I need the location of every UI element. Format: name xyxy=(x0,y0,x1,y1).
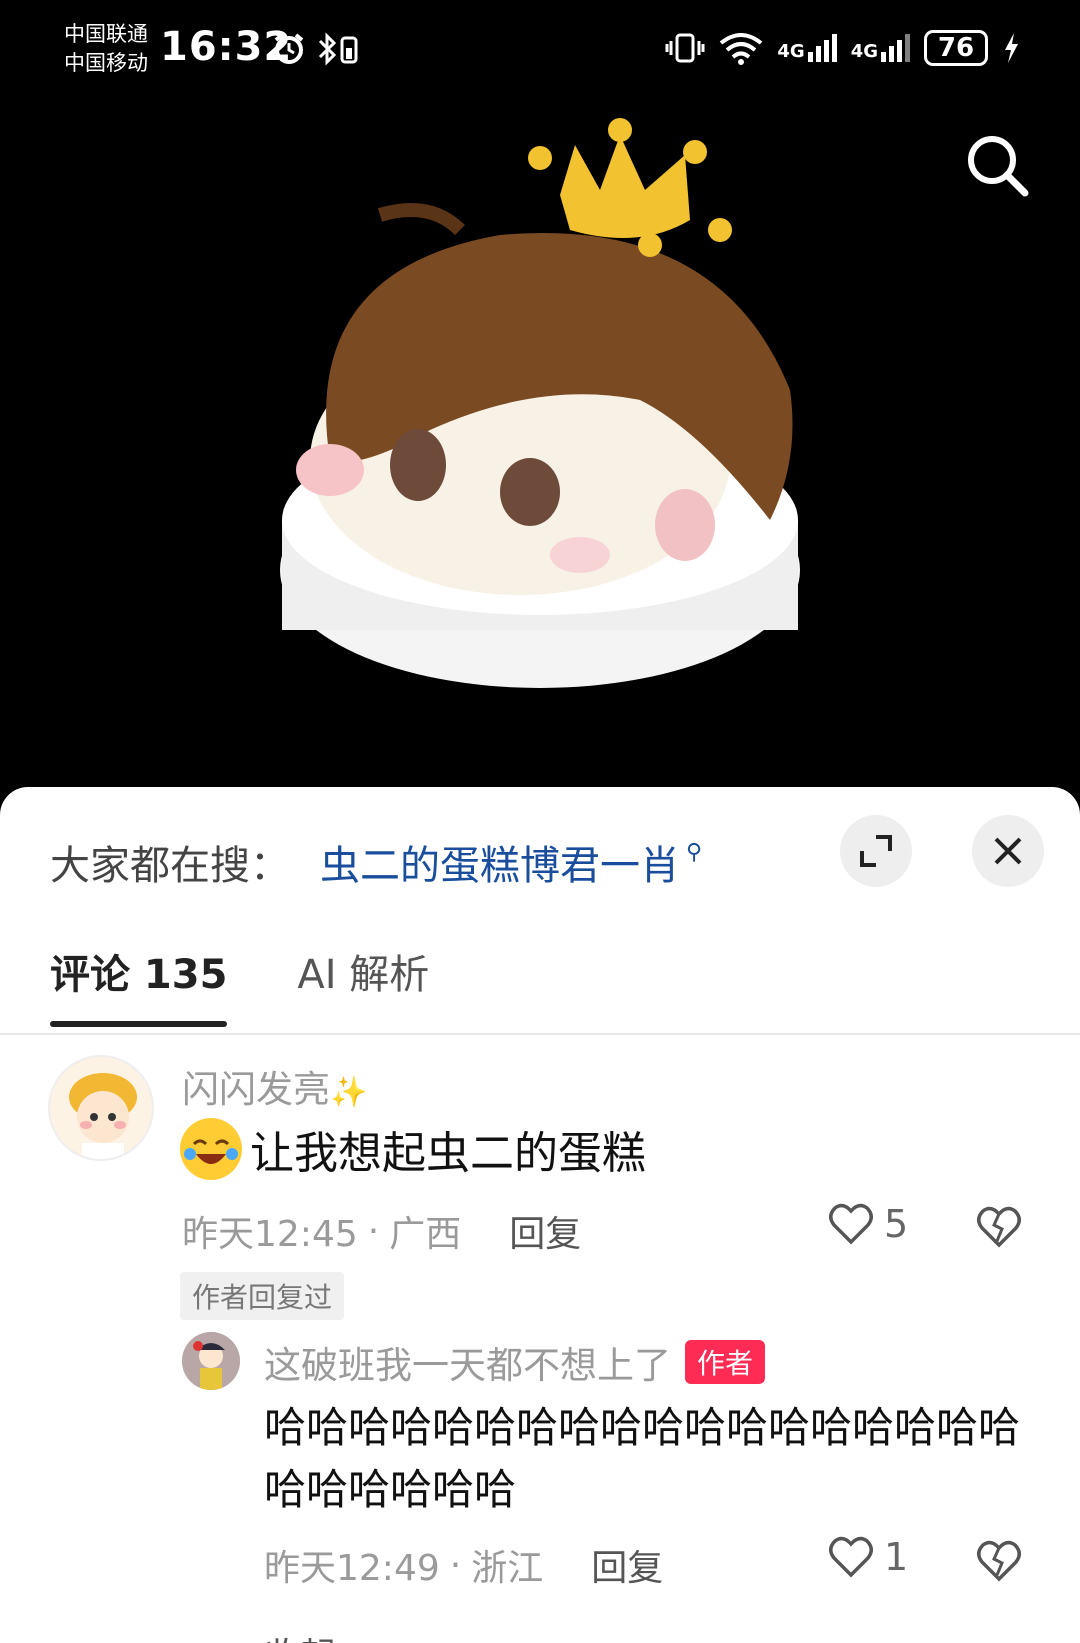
like-button[interactable]: 1 xyxy=(828,1535,908,1579)
reply-button[interactable]: 回复 xyxy=(509,1205,581,1257)
comment-body: 让我想起虫二的蛋糕 xyxy=(250,1128,646,1179)
search-button[interactable] xyxy=(962,130,1032,200)
author-replied-tag: 作者回复过 xyxy=(180,1272,345,1320)
signal-1: 4G xyxy=(777,34,837,62)
dislike-button[interactable] xyxy=(976,1205,1022,1253)
reply-button[interactable]: 回复 xyxy=(591,1539,663,1591)
network-type-2: 4G xyxy=(850,41,878,62)
charging-icon xyxy=(1005,33,1018,63)
reply-time: 昨天12:49 xyxy=(264,1548,440,1589)
collapse-label[interactable]: 收起 xyxy=(264,1636,336,1643)
heart-icon xyxy=(829,1536,873,1578)
expand-button[interactable] xyxy=(840,815,912,887)
battery-level: 76 xyxy=(924,30,988,66)
broken-heart-icon xyxy=(977,1206,1021,1248)
comment-tabs: 评论 135 AI 解析 xyxy=(50,947,429,1027)
reply-username[interactable]: 这破班我一天都不想上了 xyxy=(264,1335,671,1389)
close-icon xyxy=(994,837,1022,865)
search-icon xyxy=(968,136,1029,197)
trending-search-label: 大家都在搜： xyxy=(50,843,290,889)
signal-bars-icon xyxy=(881,34,910,62)
comment-username[interactable]: 闪闪发亮✨ xyxy=(182,1059,367,1113)
wifi-icon xyxy=(720,33,763,65)
post-image[interactable] xyxy=(0,100,1080,790)
reply-meta: 昨天12:49 · 浙江 回复 xyxy=(264,1539,663,1591)
sparkle-icon: ✨ xyxy=(330,1075,368,1110)
collapse-button[interactable]: 收起 xyxy=(264,1627,336,1643)
reply-body: 哈哈哈哈哈哈哈哈哈哈哈哈哈哈哈哈哈哈哈哈哈哈哈哈 xyxy=(264,1403,1021,1514)
tabs-divider xyxy=(0,1033,1080,1035)
avatar[interactable] xyxy=(48,1055,154,1161)
avatar[interactable] xyxy=(182,1332,240,1390)
avatar-image xyxy=(50,1057,152,1159)
carrier-names: 中国联通 中国移动 xyxy=(64,20,148,78)
signal-2: 4G xyxy=(851,34,910,62)
comments-sheet: 大家都在搜： 虫二的蛋糕博君一肖 ⚲ 评论 135 AI 解析 闪闪发亮✨ 让我… xyxy=(0,787,1080,1643)
tab-comments[interactable]: 评论 135 xyxy=(50,947,228,1027)
username-text[interactable]: 闪闪发亮 xyxy=(182,1068,330,1111)
reply-username-row: 这破班我一天都不想上了 作者 xyxy=(264,1335,766,1389)
cake-illustration xyxy=(280,118,800,688)
like-count: 1 xyxy=(884,1535,909,1579)
comment-meta: 昨天12:45 · 广西 回复 xyxy=(182,1205,581,1257)
comment-location: 广西 xyxy=(389,1214,462,1255)
carrier-2: 中国移动 xyxy=(64,51,148,75)
avatar-image xyxy=(182,1332,240,1390)
tab-ai-analysis[interactable]: AI 解析 xyxy=(297,947,429,1027)
expand-icon xyxy=(860,835,892,867)
laughing-emoji-icon xyxy=(180,1118,242,1180)
comment-time: 昨天12:45 xyxy=(182,1214,358,1255)
dislike-button[interactable] xyxy=(976,1539,1022,1587)
author-badge: 作者 xyxy=(685,1340,766,1384)
alarm-icon xyxy=(274,33,304,64)
status-bar: 中国联通 中国移动 16:32 4G 4G 76 xyxy=(0,0,1080,100)
meta-dot: · xyxy=(367,1210,380,1252)
status-icons-right: 4G 4G 76 xyxy=(665,30,1020,66)
signal-bars-icon xyxy=(807,34,837,62)
close-button[interactable] xyxy=(972,815,1044,887)
status-icons-left xyxy=(272,32,362,66)
trending-search-query[interactable]: 虫二的蛋糕博君一肖 xyxy=(320,833,680,891)
small-search-icon: ⚲ xyxy=(686,839,703,865)
like-button[interactable]: 5 xyxy=(828,1202,908,1246)
comment-text: 让我想起虫二的蛋糕 xyxy=(180,1117,646,1181)
vibrate-icon xyxy=(665,33,705,63)
like-count: 5 xyxy=(884,1202,909,1246)
heart-icon xyxy=(829,1203,873,1245)
carrier-1: 中国联通 xyxy=(64,22,148,46)
reply-location: 浙江 xyxy=(471,1548,544,1589)
network-type-1: 4G xyxy=(777,41,805,62)
bluetooth-battery-icon xyxy=(318,32,358,66)
meta-dot: · xyxy=(449,1544,462,1586)
broken-heart-icon xyxy=(977,1540,1021,1582)
